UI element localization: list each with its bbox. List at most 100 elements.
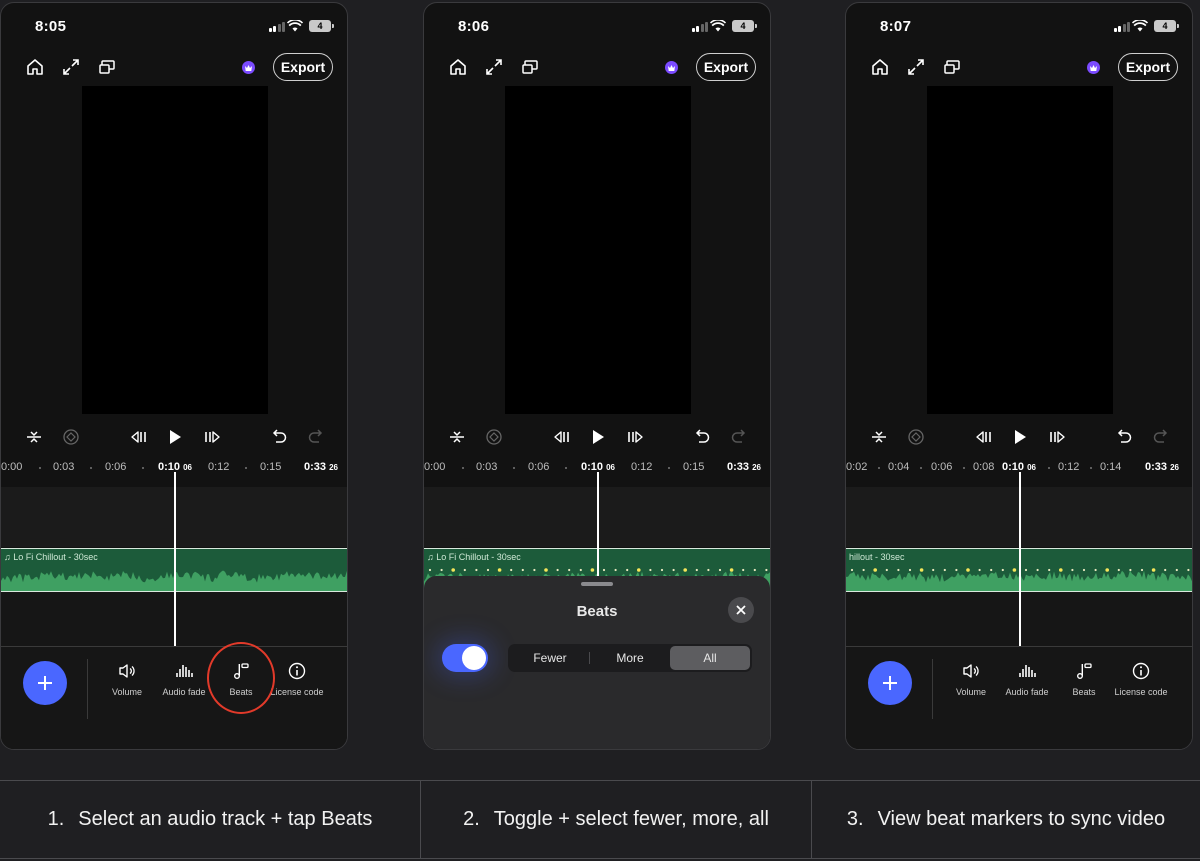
fullscreen-icon[interactable] — [60, 56, 82, 78]
tick-label: 0:15 — [260, 461, 282, 473]
beats-tool[interactable]: Beats — [1053, 661, 1115, 697]
home-icon[interactable] — [447, 56, 469, 78]
keyframe-icon[interactable] — [906, 427, 926, 447]
tick-label: 0:06 — [931, 461, 953, 473]
step-forward-icon[interactable] — [202, 427, 222, 447]
audio-fade-tool[interactable]: Audio fade — [153, 661, 215, 697]
volume-tool[interactable]: Volume — [96, 661, 158, 697]
beat-marker — [497, 568, 502, 572]
redo-icon[interactable] — [729, 427, 749, 447]
keyframe-icon[interactable] — [484, 427, 504, 447]
split-icon[interactable] — [24, 427, 44, 447]
license-code-tool[interactable]: License code — [266, 661, 328, 697]
license-code-tool[interactable]: License code — [1110, 661, 1172, 697]
option-fewer[interactable]: Fewer — [510, 646, 590, 670]
audio-toolbar: Volume Audio fade Beats License code — [846, 646, 1192, 749]
play-icon[interactable] — [588, 427, 608, 447]
step-back-icon[interactable] — [129, 427, 149, 447]
playback-controls — [846, 427, 1192, 449]
beat-marker — [978, 568, 981, 572]
tutorial-figure: 8:05 4 Export 0:00 0:03 0:06 0:10 06 0:1… — [0, 0, 1200, 861]
playhead[interactable] — [174, 472, 176, 646]
playhead[interactable] — [597, 472, 599, 576]
beat-marker — [943, 568, 946, 572]
add-media-button[interactable] — [23, 661, 67, 705]
undo-icon[interactable] — [269, 427, 289, 447]
sheet-grab-handle[interactable] — [581, 582, 613, 586]
beat-marker — [885, 568, 888, 572]
home-icon[interactable] — [24, 56, 46, 78]
beat-marker — [765, 568, 768, 572]
status-time: 8:05 — [35, 18, 67, 35]
tick-label: 0:00 — [1, 461, 23, 473]
video-preview[interactable] — [505, 86, 691, 414]
export-button[interactable]: Export — [696, 53, 756, 81]
undo-icon[interactable] — [1114, 427, 1134, 447]
beat-marker — [440, 568, 443, 572]
toggle-knob — [462, 646, 486, 670]
caption-step-2: 2. Toggle + select fewer, more, all — [420, 781, 811, 858]
premium-crown-icon[interactable] — [665, 61, 678, 74]
beat-marker — [908, 568, 912, 572]
status-bar: 8:05 4 — [1, 17, 347, 37]
home-icon[interactable] — [869, 56, 891, 78]
step-captions: 1. Select an audio track + tap Beats 2. To… — [0, 780, 1200, 859]
info-icon — [1132, 662, 1150, 680]
beat-marker — [475, 568, 478, 572]
step-back-icon[interactable] — [974, 427, 994, 447]
caption-step-1: 1. Select an audio track + tap Beats — [47, 808, 373, 830]
redo-icon[interactable] — [1151, 427, 1171, 447]
beat-marker — [544, 568, 548, 572]
beat-marker — [510, 568, 513, 572]
tick-label: 0:12 — [631, 461, 653, 473]
total-duration: 0:33 26 — [304, 461, 338, 473]
beat-marker — [463, 568, 466, 572]
split-icon[interactable] — [447, 427, 467, 447]
beat-marker — [486, 568, 490, 572]
play-icon[interactable] — [165, 427, 185, 447]
tick-label: 0:12 — [1058, 461, 1080, 473]
info-icon — [288, 662, 306, 680]
undo-icon[interactable] — [692, 427, 712, 447]
keyframe-icon[interactable] — [61, 427, 81, 447]
beat-marker — [1129, 568, 1132, 572]
fullscreen-icon[interactable] — [483, 56, 505, 78]
export-button[interactable]: Export — [273, 53, 333, 81]
tick-label: 0:02 — [846, 461, 868, 473]
beat-marker — [649, 568, 652, 572]
volume-tool[interactable]: Volume — [940, 661, 1002, 697]
fullscreen-icon[interactable] — [905, 56, 927, 78]
beat-marker — [683, 568, 687, 572]
add-media-button[interactable] — [868, 661, 912, 705]
signal-icon — [1113, 21, 1130, 32]
audio-fade-tool[interactable]: Audio fade — [996, 661, 1058, 697]
playhead[interactable] — [1019, 472, 1021, 646]
video-preview[interactable] — [927, 86, 1113, 414]
beat-marker — [1059, 568, 1063, 572]
option-all[interactable]: All — [670, 646, 750, 670]
export-button[interactable]: Export — [1118, 53, 1178, 81]
beat-marker — [955, 568, 958, 572]
audio-track-title: ♫ Lo Fi Chillout - 30sec — [427, 552, 521, 562]
play-icon[interactable] — [1010, 427, 1030, 447]
wifi-icon — [710, 20, 726, 32]
aspect-ratio-icon[interactable] — [96, 56, 118, 78]
premium-crown-icon[interactable] — [242, 61, 255, 74]
status-bar: 8:06 4 — [424, 17, 770, 37]
beat-marker — [1175, 568, 1178, 572]
step-forward-icon[interactable] — [1047, 427, 1067, 447]
aspect-ratio-icon[interactable] — [519, 56, 541, 78]
editor-header: Export — [846, 53, 1192, 81]
step-forward-icon[interactable] — [625, 427, 645, 447]
redo-icon[interactable] — [306, 427, 326, 447]
beat-marker — [897, 568, 900, 572]
premium-crown-icon[interactable] — [1087, 61, 1100, 74]
close-sheet-button[interactable] — [728, 597, 754, 623]
beat-marker — [1105, 568, 1109, 572]
video-preview[interactable] — [82, 86, 268, 414]
split-icon[interactable] — [869, 427, 889, 447]
aspect-ratio-icon[interactable] — [941, 56, 963, 78]
option-more[interactable]: More — [590, 646, 670, 670]
beats-toggle[interactable] — [442, 644, 488, 672]
step-back-icon[interactable] — [552, 427, 572, 447]
